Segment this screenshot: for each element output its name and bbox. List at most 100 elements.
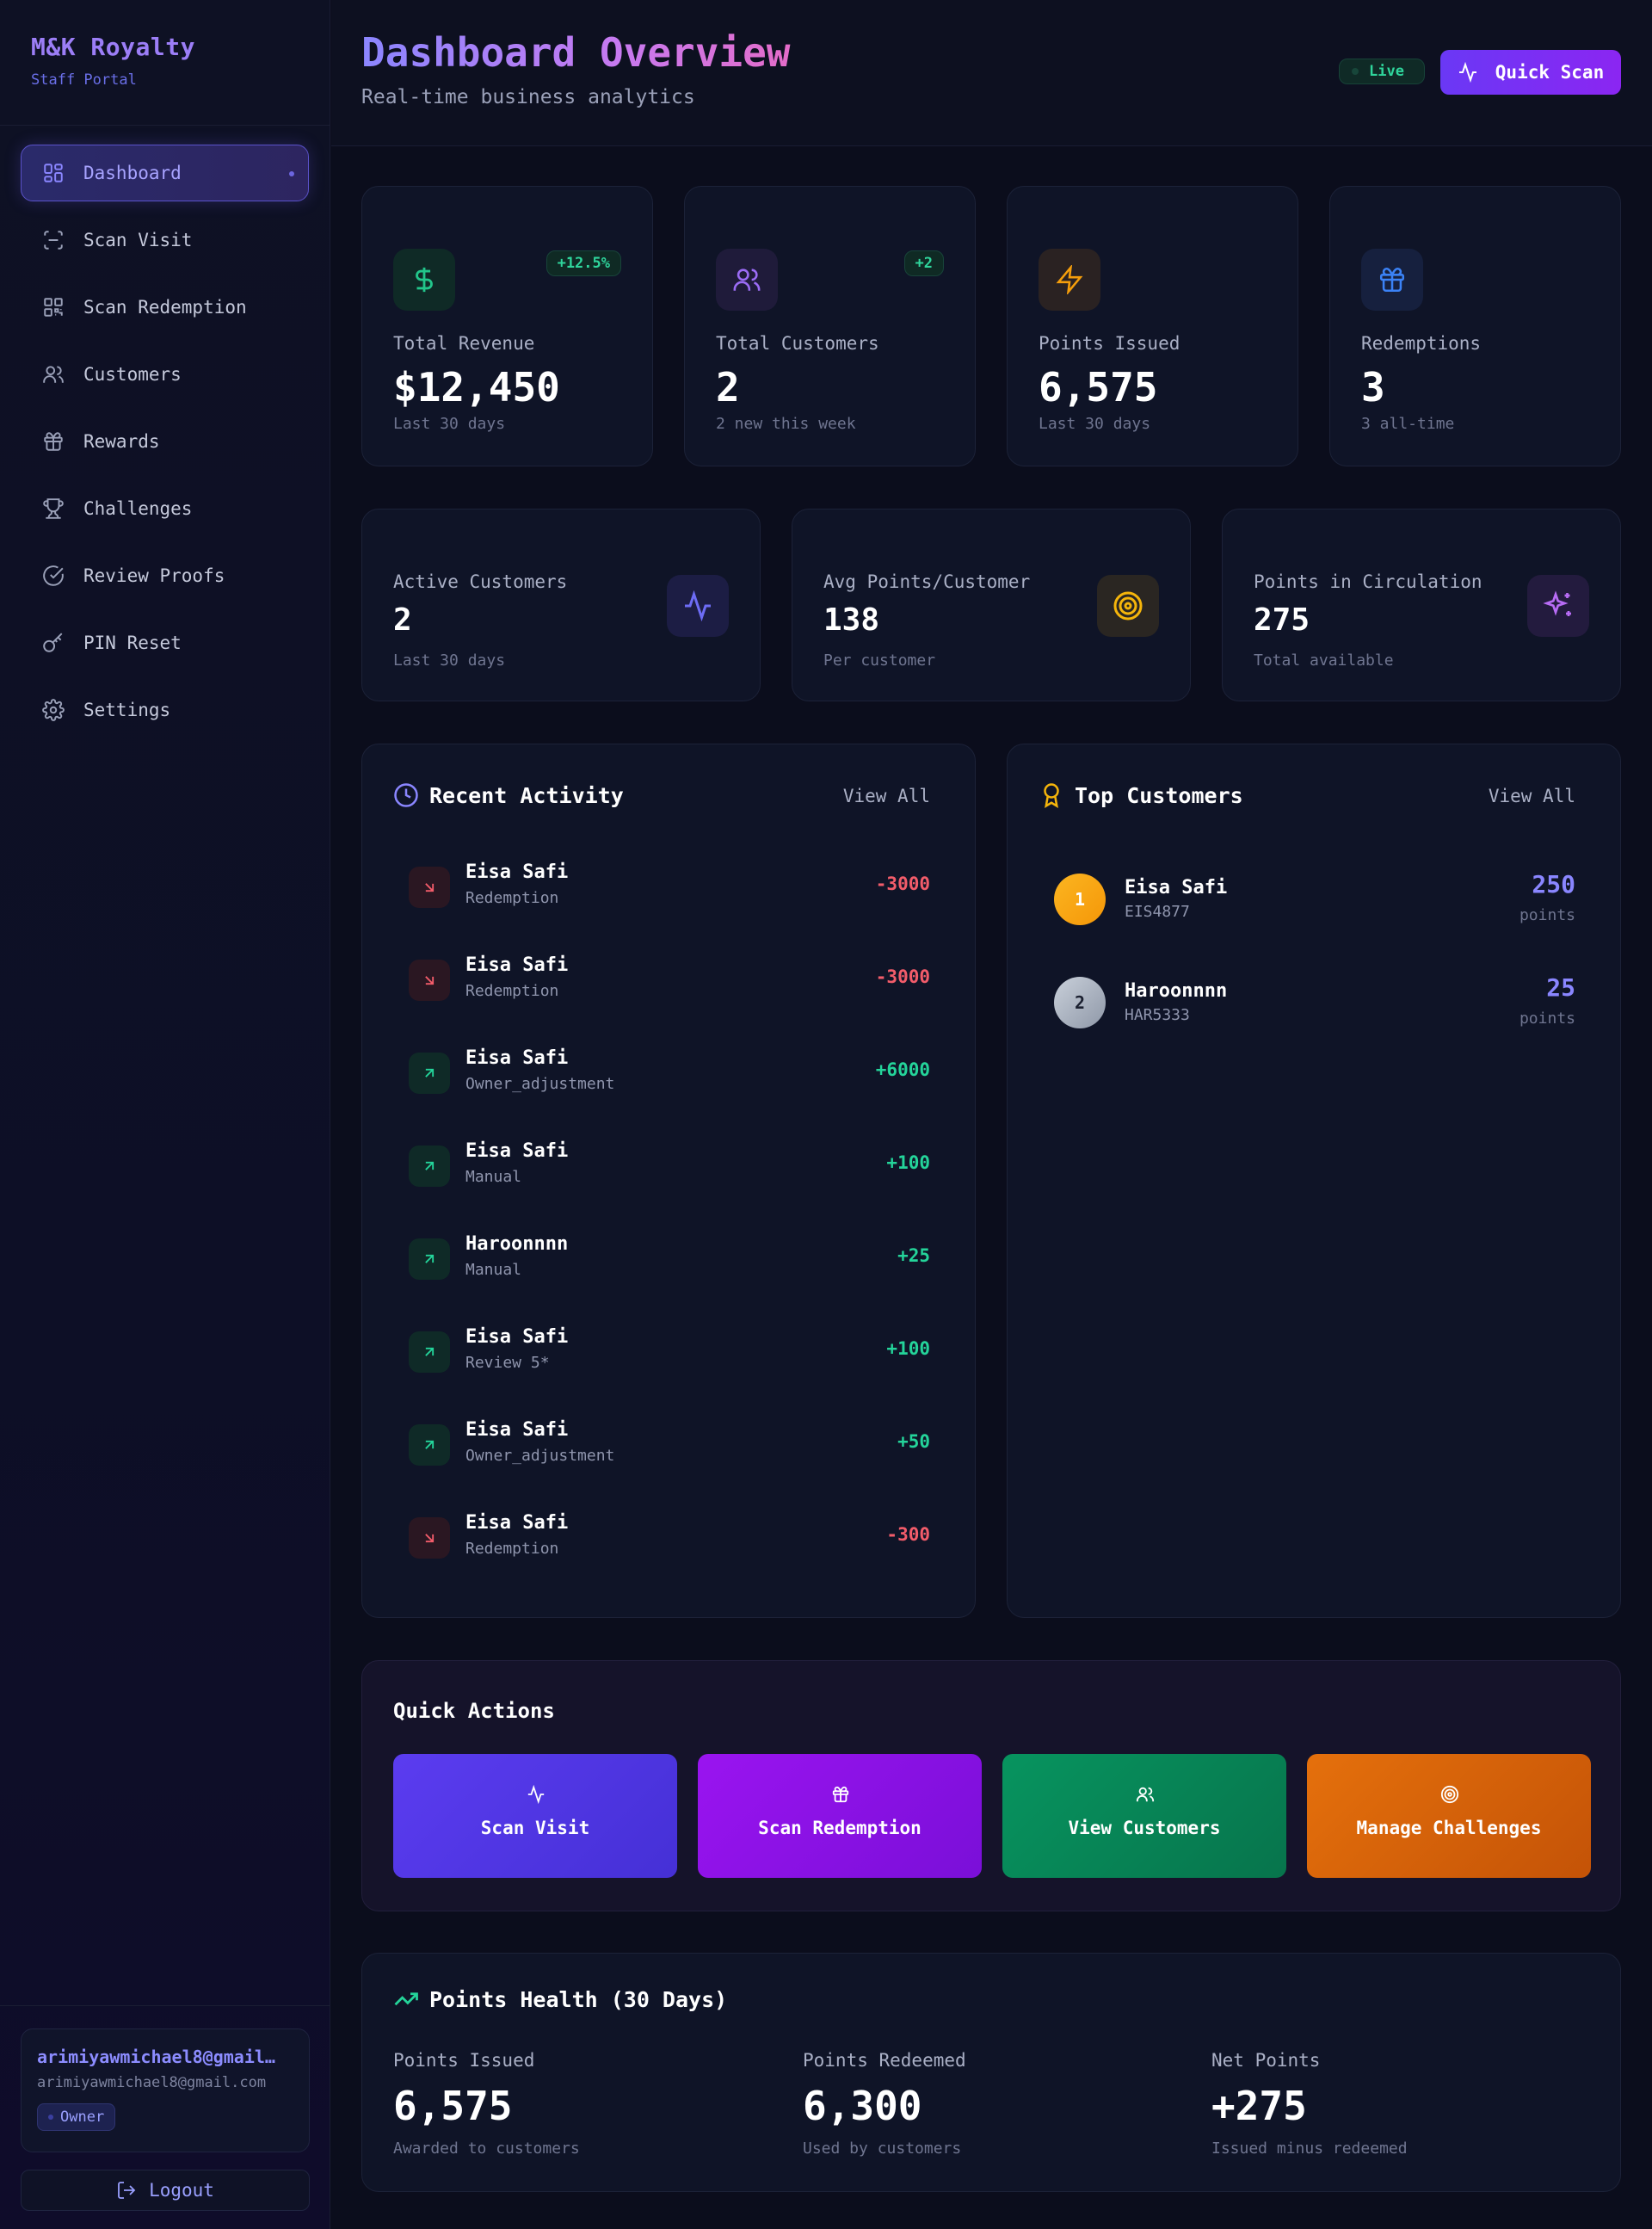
activity-icon	[1458, 62, 1476, 83]
metric-note: Total available	[1254, 651, 1394, 670]
sidebar-item-label: Dashboard	[83, 163, 182, 183]
brand-subtitle: Staff Portal	[31, 71, 137, 89]
user-name: arimiyawmichael8@gmail…	[37, 2047, 275, 2067]
activity-row[interactable]: Eisa Safi Owner_adjustment +50	[393, 1409, 946, 1478]
arrow-down-right-icon	[425, 883, 435, 892]
health-points-redeemed: Points Redeemed 6,300 Used by customers	[803, 2050, 966, 2158]
health-value: 6,300	[803, 2083, 922, 2129]
scan-icon	[44, 231, 63, 250]
stat-card-total-revenue: +12.5% Total Revenue $12,450 Last 30 day…	[361, 186, 653, 466]
activity-row[interactable]: Eisa Safi Redemption -3000	[393, 944, 946, 1013]
activity-row[interactable]: Haroonnnn Manual +25	[393, 1223, 946, 1292]
role-label: Owner	[60, 2109, 105, 2126]
quick-scan-label: Quick Scan	[1495, 62, 1605, 83]
arrow-down-right-icon	[425, 1534, 435, 1543]
stat-note: 3 all-time	[1361, 415, 1455, 433]
scan-visit-button[interactable]: Scan Visit	[393, 1754, 677, 1878]
sidebar-item-label: Settings	[83, 700, 171, 720]
customer-code: HAR5333	[1125, 1006, 1190, 1024]
users-icon	[733, 269, 761, 291]
stat-icon-wrap	[1039, 249, 1100, 311]
panel-title: Points Health (30 Days)	[429, 1986, 728, 2012]
manage-challenges-button[interactable]: Manage Challenges	[1307, 1754, 1591, 1878]
stat-label: Total Revenue	[393, 333, 535, 354]
activity-icon-wrap	[409, 1053, 450, 1094]
activity-amount: +6000	[875, 1059, 930, 1080]
health-note: Awarded to customers	[393, 2139, 580, 2158]
activity-icon	[685, 590, 711, 621]
health-label: Net Points	[1211, 2050, 1321, 2071]
sidebar-item-label: Challenges	[83, 498, 193, 519]
sidebar-item-scan-visit[interactable]: Scan Visit	[21, 212, 309, 269]
top-customer-row[interactable]: 2 Haroonnnn HAR5333 25 points	[1039, 960, 1591, 1046]
stat-label: Redemptions	[1361, 333, 1482, 354]
sidebar-item-rewards[interactable]: Rewards	[21, 413, 309, 470]
activity-icon-wrap	[409, 1424, 450, 1466]
customer-name: Eisa Safi	[1125, 877, 1228, 898]
quick-scan-button[interactable]: Quick Scan	[1440, 50, 1621, 95]
page-header: Dashboard Overview Real-time business an…	[331, 0, 1652, 146]
logout-label: Logout	[149, 2180, 214, 2201]
activity-row[interactable]: Eisa Safi Manual +100	[393, 1130, 946, 1199]
activity-row[interactable]: Eisa Safi Review 5* +100	[393, 1316, 946, 1385]
activity-icon-wrap	[409, 867, 450, 908]
view-customers-button[interactable]: View Customers	[1002, 1754, 1286, 1878]
sidebar-item-settings[interactable]: Settings	[21, 682, 309, 738]
metric-value: 275	[1254, 602, 1310, 638]
metric-icon-wrap	[1097, 575, 1159, 637]
arrow-up-right-icon	[425, 1254, 435, 1263]
stat-note: Last 30 days	[393, 415, 506, 433]
logout-button[interactable]: Logout	[21, 2170, 310, 2211]
users-icon	[43, 366, 64, 383]
stat-value: $12,450	[393, 364, 560, 411]
activity-icon-wrap	[409, 1517, 450, 1559]
clock-icon	[394, 783, 418, 807]
activity-row[interactable]: Eisa Safi Redemption -3000	[393, 851, 946, 920]
metric-label: Active Customers	[393, 571, 568, 592]
panel-header: Points Health (30 Days)	[393, 1986, 727, 2012]
view-all-activity-link[interactable]: View All	[843, 786, 930, 806]
sidebar-item-pin-reset[interactable]: PIN Reset	[21, 614, 309, 671]
arrow-up-right-icon	[425, 1068, 435, 1077]
panel-title: Top Customers	[1075, 782, 1243, 808]
quick-action-label: Scan Visit	[480, 1818, 590, 1838]
activity-row[interactable]: Eisa Safi Redemption -300	[393, 1502, 946, 1571]
scan-redemption-button[interactable]: Scan Redemption	[698, 1754, 982, 1878]
activity-amount: +50	[897, 1431, 930, 1452]
stat-note: 2 new this week	[716, 415, 856, 433]
health-note: Used by customers	[803, 2139, 962, 2158]
activity-type: Review 5*	[465, 1354, 550, 1372]
metric-icon-wrap	[667, 575, 729, 637]
stat-value: 2	[716, 364, 740, 411]
points-unit: points	[1519, 906, 1575, 924]
sidebar-item-dashboard[interactable]: Dashboard	[21, 145, 309, 201]
metric-label: Avg Points/Customer	[823, 571, 1031, 592]
sidebar-item-label: Rewards	[83, 431, 160, 452]
stat-note: Last 30 days	[1039, 415, 1151, 433]
activity-icon-wrap	[409, 1145, 450, 1187]
top-customer-row[interactable]: 1 Eisa Safi EIS4877 250 points	[1039, 856, 1591, 942]
sidebar-nav: Dashboard Scan Visit Scan Redemption Cus…	[0, 126, 330, 738]
metric-label: Points in Circulation	[1254, 571, 1482, 592]
stat-value: 3	[1361, 364, 1385, 411]
activity-name: Eisa Safi	[465, 1140, 569, 1162]
customer-points: 25	[1546, 973, 1575, 1002]
activity-row[interactable]: Eisa Safi Owner_adjustment +6000	[393, 1037, 946, 1106]
brand: M&K Royalty Staff Portal	[0, 0, 330, 126]
sidebar-item-customers[interactable]: Customers	[21, 346, 309, 403]
activity-icon-wrap	[409, 960, 450, 1001]
metric-icon-wrap	[1527, 575, 1589, 637]
sidebar-item-review-proofs[interactable]: Review Proofs	[21, 547, 309, 604]
activity-amount: -3000	[875, 874, 930, 894]
activity-icon	[527, 1785, 545, 1804]
sidebar-item-challenges[interactable]: Challenges	[21, 480, 309, 537]
check-circle-icon	[43, 565, 64, 586]
sidebar-item-scan-redemption[interactable]: Scan Redemption	[21, 279, 309, 336]
metric-value: 138	[823, 602, 880, 638]
activity-type: Redemption	[465, 982, 559, 1000]
activity-type: Redemption	[465, 1540, 559, 1558]
stat-card-redemptions: Redemptions 3 3 all-time	[1329, 186, 1621, 466]
view-all-customers-link[interactable]: View All	[1489, 786, 1575, 806]
activity-type: Manual	[465, 1168, 522, 1186]
arrow-up-right-icon	[425, 1161, 435, 1170]
